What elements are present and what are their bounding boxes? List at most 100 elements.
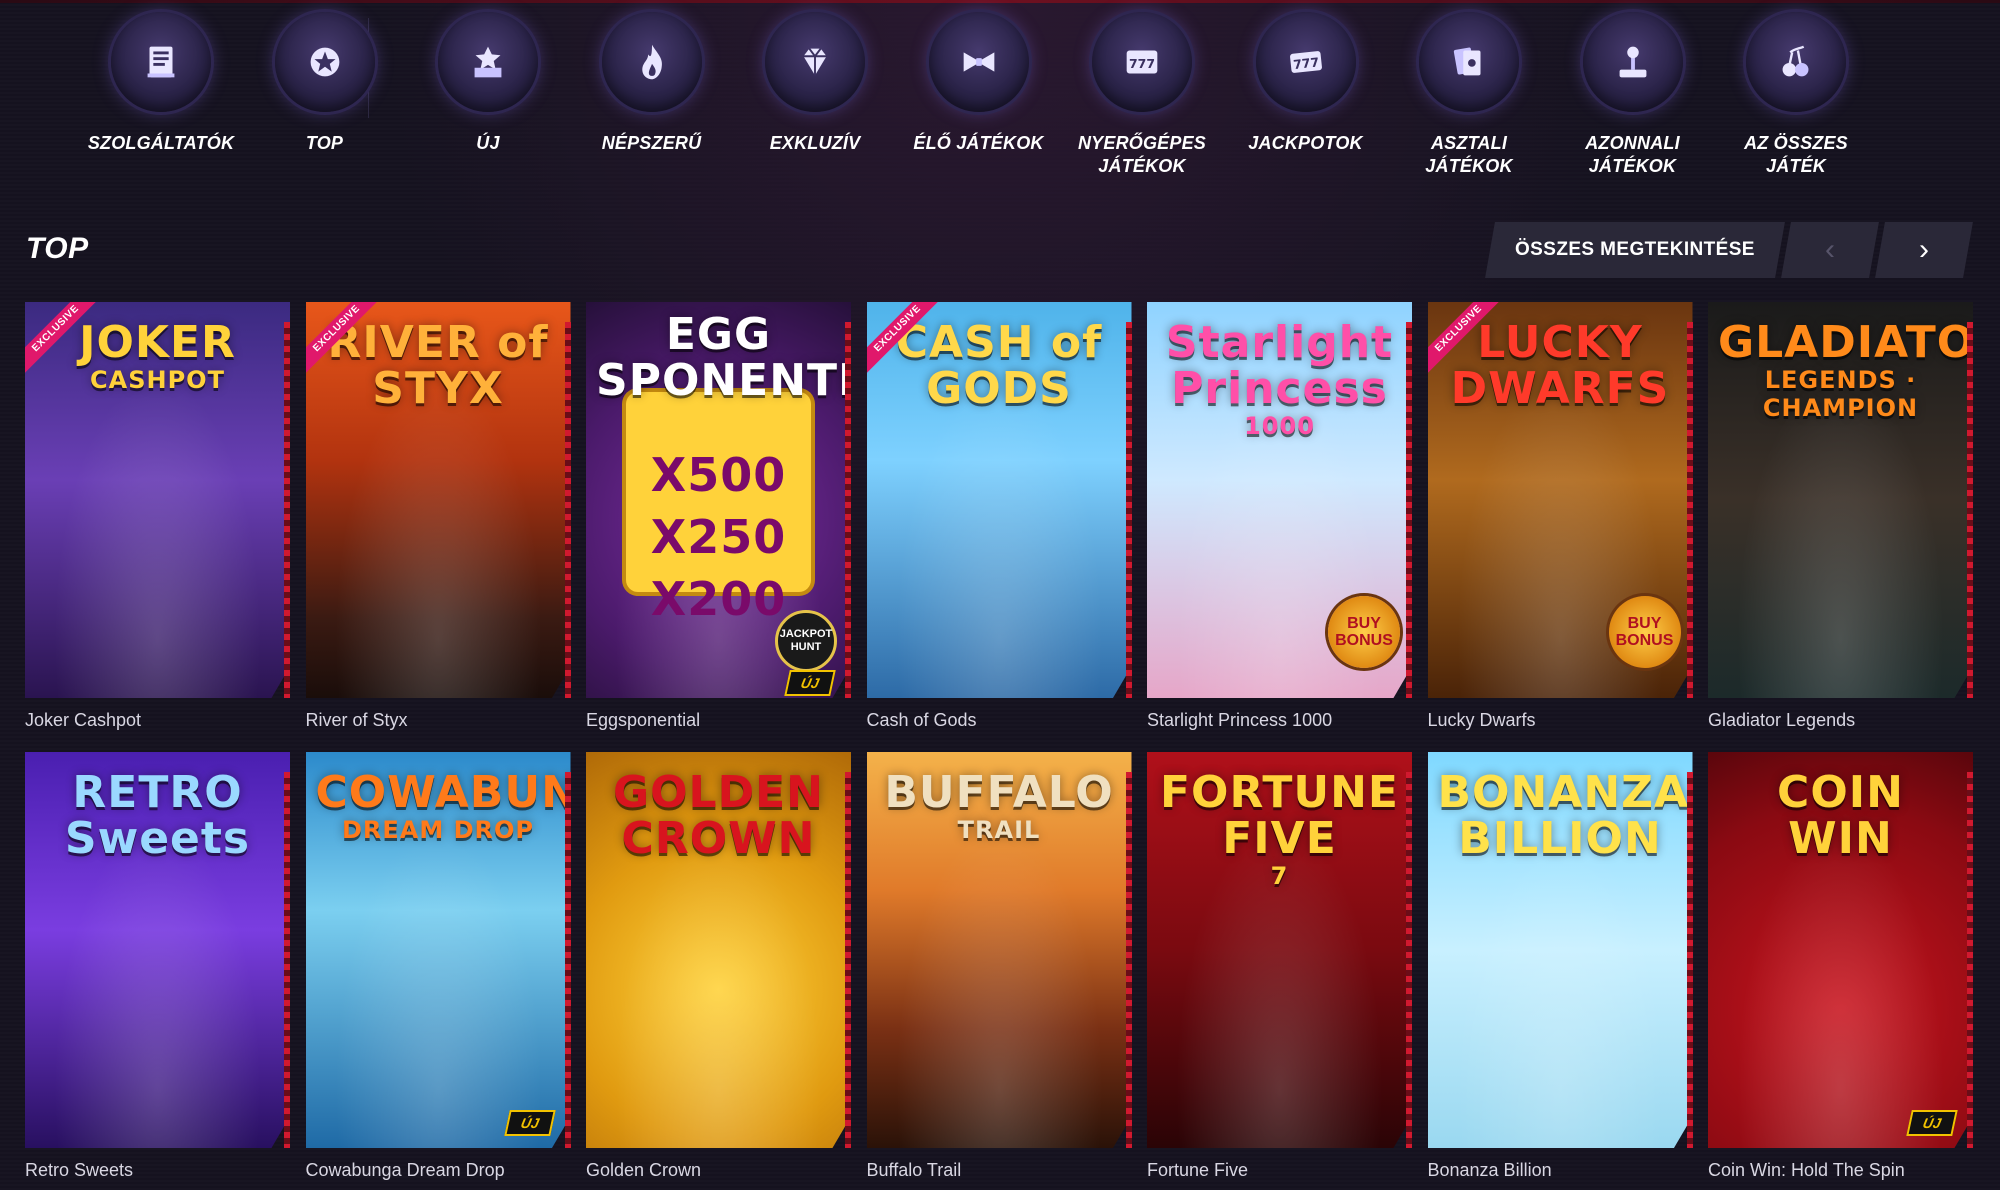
category-bowtie[interactable]: ÉLŐ JÁTÉKOK [898,8,1060,188]
game-name[interactable]: Buffalo Trail [867,1160,1132,1181]
game-thumbnail[interactable]: RIVER of STYX EXCLUSIVE [305,302,571,698]
game-logo-text: RIVER of STYX [306,320,571,412]
category-icon-circle [928,12,1029,112]
star-badge-icon [310,47,339,77]
category-star-badge[interactable]: TOP [244,8,406,188]
carousel-next-button[interactable]: › [1875,222,1973,278]
game-card[interactable]: RIVER of STYX EXCLUSIVE River of Styx [305,302,571,732]
category-cherries[interactable]: AZ ÖSSZES JÁTÉK [1715,8,1877,188]
game-name[interactable]: River of Styx [306,710,571,731]
game-name[interactable]: Golden Crown [586,1160,851,1181]
game-thumbnail[interactable]: FORTUNE FIVE 7 [1147,752,1412,1148]
category-label: AZ ÖSSZES JÁTÉK [1744,133,1848,176]
game-logo-title: COWABUNGA [315,767,571,818]
game-logo-title: GLADIATOR [1718,317,1973,368]
game-logo-title: COIN WIN [1777,767,1904,864]
view-all-label: ÖSSZES MEGTEKINTÉSE [1515,239,1755,260]
svg-text:777: 777 [1292,54,1319,72]
category-label: TOP [305,133,344,153]
game-name[interactable]: Bonanza Billion [1428,1160,1693,1181]
game-logo-title: RETRO Sweets [64,767,251,864]
category-cards[interactable]: ASZTALI JÁTÉKOK [1388,8,1550,188]
game-name[interactable]: Gladiator Legends [1708,710,1973,731]
game-card[interactable]: LUCKY DWARFS EXCLUSIVE BUY BONUS Lucky Dwar… [1427,302,1693,732]
category-icon-circle [1419,12,1519,112]
game-card[interactable]: Starlight Princess 1000 BUY BONUS Starlight… [1147,302,1412,732]
game-thumbnail[interactable]: Starlight Princess 1000 BUY BONUS [1147,302,1412,698]
game-thumbnail[interactable]: CASH of GODS EXCLUSIVE [866,302,1132,698]
game-logo-text: BUFFALO TRAIL [867,767,1132,845]
game-logo-title: Starlight Princess [1165,317,1394,414]
game-logo-title: BUFFALO [884,767,1114,818]
category-jackpot-777[interactable]: 777 JACKPOTOK [1225,8,1387,188]
tile-accent-edge [845,322,851,698]
game-name[interactable]: Lucky Dwarfs [1428,710,1693,731]
game-card[interactable]: BUFFALO TRAIL Buffalo Trail [866,752,1132,1182]
game-thumbnail[interactable]: COWABUNGADREAM DROP ÚJ [305,752,571,1148]
game-card[interactable]: BONANZA BILLION Bonanza Billion [1427,752,1693,1182]
game-name[interactable]: Joker Cashpot [25,710,290,731]
game-name[interactable]: Starlight Princess 1000 [1147,710,1412,731]
category-icon-circle [111,12,211,112]
category-icon-circle [438,12,538,112]
game-thumbnail[interactable]: JOKER CASHPOT EXCLUSIVE [25,302,290,698]
tile-accent-edge [845,772,851,1148]
game-thumbnail[interactable]: COIN WIN ÚJ [1708,752,1973,1148]
joystick-icon [1619,46,1646,78]
game-logo-text: EGG SPONENTIAL X500 X250 X200 [586,312,851,630]
game-thumbnail[interactable]: GOLDEN CROWN [586,752,851,1148]
category-joystick[interactable]: AZONNALI JÁTÉKOK [1552,8,1714,188]
book-icon [147,46,175,78]
category-label: SZOLGÁLTATÓK [87,133,235,153]
svg-text:777: 777 [1129,56,1155,71]
cherries-icon [1782,45,1809,77]
game-logo-subtitle: CASHPOT [90,366,225,394]
game-logo-text: Starlight Princess 1000 [1147,317,1412,441]
game-logo-title: GOLDEN CROWN [613,767,824,864]
game-thumbnail[interactable]: RETRO Sweets [25,752,290,1148]
game-logo-title: FORTUNE FIVE [1160,767,1399,864]
tile-accent-edge [284,322,290,698]
game-logo-title: LUCKY DWARFS [1450,317,1670,414]
game-name[interactable]: Cowabunga Dream Drop [306,1160,571,1181]
game-logo-subtitle: LEGENDS · CHAMPION [1762,366,1919,422]
jackpot-hunt-badge: JACKPOT HUNT [775,610,837,672]
tile-accent-edge [1686,772,1693,1148]
game-card[interactable]: JOKER CASHPOT EXCLUSIVE Joker Cashpot [25,302,290,732]
category-new-box[interactable]: ÚJ [407,8,569,188]
game-card[interactable]: RETRO Sweets Retro Sweets [25,752,290,1182]
game-card[interactable]: GLADIATORLEGENDS · CHAMPION Gladiator Leg… [1708,302,1973,732]
view-all-button[interactable]: ÖSSZES MEGTEKINTÉSE [1485,222,1785,278]
game-name[interactable]: Cash of Gods [867,710,1132,731]
game-thumbnail[interactable]: LUCKY DWARFS EXCLUSIVE BUY BONUS [1427,302,1693,698]
game-name[interactable]: Eggsponential [586,710,851,731]
game-logo-title: RIVER of STYX [327,317,549,414]
game-name[interactable]: Fortune Five [1147,1160,1412,1181]
game-thumbnail[interactable]: BONANZA BILLION [1427,752,1693,1148]
game-card[interactable]: GOLDEN CROWN Golden Crown [586,752,851,1182]
category-label: NYERŐGÉPES JÁTÉKOK [1077,133,1207,176]
game-thumbnail[interactable]: GLADIATORLEGENDS · CHAMPION [1708,302,1973,698]
category-book[interactable]: SZOLGÁLTATÓK [80,8,242,188]
game-card[interactable]: CASH of GODS EXCLUSIVE Cash of Gods [866,302,1132,732]
game-logo-text: BONANZA BILLION [1428,770,1693,862]
category-label: ÚJ [476,133,500,153]
game-name[interactable]: Coin Win: Hold The Spin [1708,1160,1973,1181]
game-logo-text: CASH of GODS [867,320,1132,412]
game-logo-title: JOKER [79,317,236,368]
category-slot-777[interactable]: 777 NYERŐGÉPES JÁTÉKOK [1061,8,1223,188]
category-label: AZONNALI JÁTÉKOK [1585,133,1680,176]
carousel-prev-button[interactable]: ‹ [1781,222,1879,278]
game-card[interactable]: FORTUNE FIVE 7 Fortune Five [1147,752,1412,1182]
game-card[interactable]: COWABUNGADREAM DROP ÚJ Cowabunga Dream Dro… [305,752,571,1182]
category-icon-circle [765,12,865,112]
category-flame[interactable]: NÉPSZERŰ [571,8,733,188]
game-logo-text: RETRO Sweets [25,770,290,862]
game-card[interactable]: EGG SPONENTIAL X500 X250 X200JACKPOT HUNT… [586,302,851,732]
game-name[interactable]: Retro Sweets [25,1160,290,1181]
game-thumbnail[interactable]: EGG SPONENTIAL X500 X250 X200JACKPOT HUNT… [586,302,851,698]
category-diamond[interactable]: EXKLUZÍV [734,8,896,188]
game-logo-text: COWABUNGADREAM DROP [306,767,571,845]
game-card[interactable]: COIN WIN ÚJ Coin Win: Hold The Spin [1708,752,1973,1182]
game-thumbnail[interactable]: BUFFALO TRAIL [866,752,1132,1148]
